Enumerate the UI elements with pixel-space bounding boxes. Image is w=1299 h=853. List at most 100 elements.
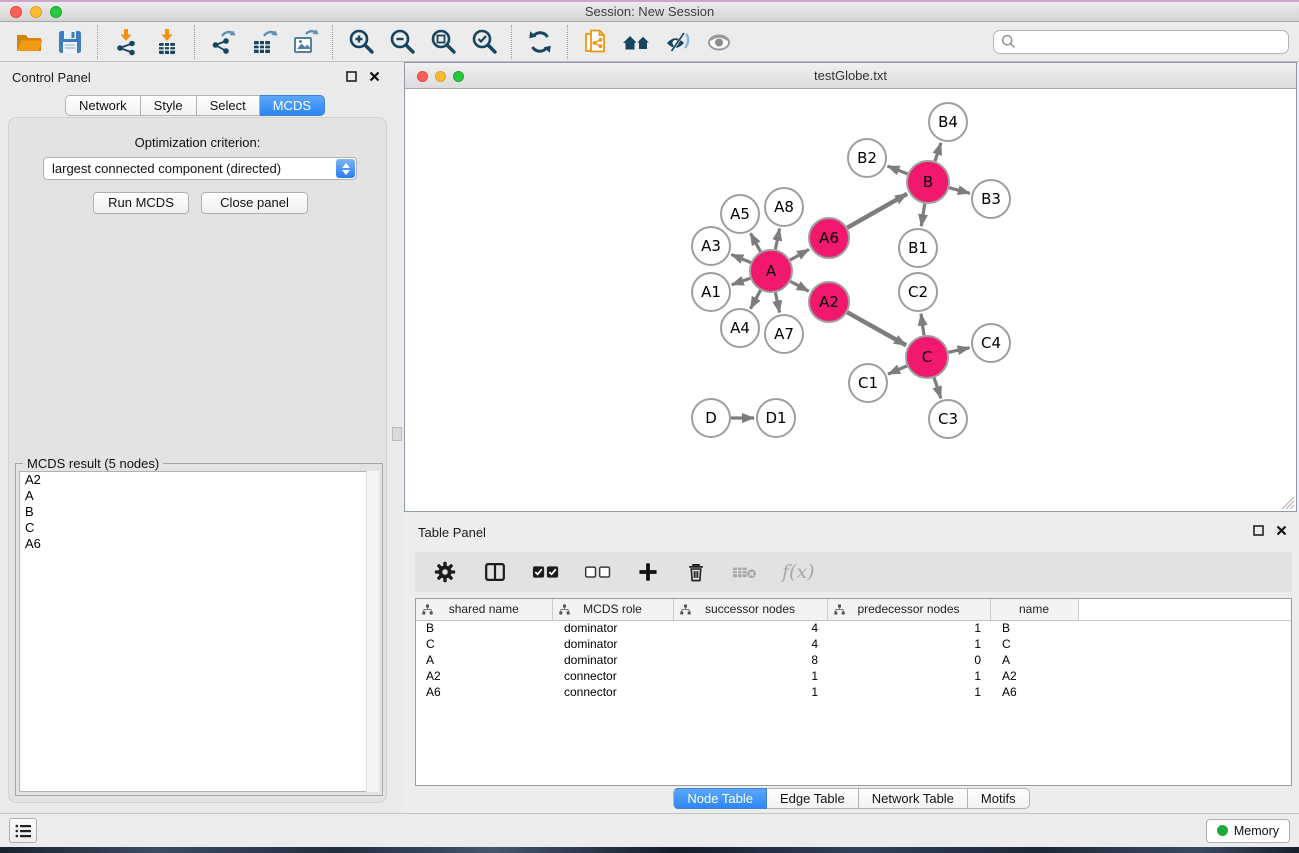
graph-node-C4[interactable]: C4 [972,324,1010,362]
delete-table-button[interactable] [732,563,758,581]
tab-style[interactable]: Style [141,95,197,116]
result-item-a6[interactable]: A6 [20,536,378,552]
tab-mcds[interactable]: MCDS [260,95,325,116]
column-header-name[interactable]: name [990,599,1078,620]
result-item-c[interactable]: C [20,520,378,536]
graph-edge-A2-C[interactable] [847,312,906,345]
table-row-a2[interactable]: A2connector11A2 [416,668,1291,684]
graph-edge-B-B3[interactable] [949,188,970,194]
refresh-view-button[interactable] [519,24,560,60]
zoom-in-button[interactable] [340,24,381,60]
result-item-a2[interactable]: A2 [20,472,378,488]
graph-edge-A-A7[interactable] [775,293,779,313]
tab-network[interactable]: Network [65,95,141,116]
graph-node-A6[interactable]: A6 [809,218,849,258]
graph-edge-C-C3[interactable] [934,378,941,398]
column-header-predecessor-nodes[interactable]: predecessor nodes [827,599,990,620]
column-header-shared-name[interactable]: shared name [416,599,552,620]
table-row-a[interactable]: Adominator80A [416,652,1291,668]
network-zoom-button[interactable] [453,71,464,82]
graph-node-A4[interactable]: A4 [721,309,759,347]
graph-node-B4[interactable]: B4 [929,103,967,141]
graph-node-A2[interactable]: A2 [809,282,849,322]
graph-edge-A6-B[interactable] [847,194,907,228]
tab-node-table[interactable]: Node Table [673,788,767,809]
open-session-button[interactable] [8,24,49,60]
close-panel-icon[interactable] [369,71,380,82]
graph-node-D[interactable]: D [692,399,730,437]
result-item-a[interactable]: A [20,488,378,504]
search-input[interactable] [1020,34,1270,49]
network-close-button[interactable] [417,71,428,82]
hide-annotations-button[interactable] [657,24,698,60]
save-session-button[interactable] [49,24,90,60]
run-mcds-button[interactable]: Run MCDS [93,192,189,214]
table-row-c[interactable]: Cdominator41C [416,636,1291,652]
close-table-panel-icon[interactable] [1276,525,1287,536]
table-settings-button[interactable] [432,559,458,585]
clone-network-button[interactable] [575,24,616,60]
float-table-panel-icon[interactable] [1253,525,1264,536]
column-header-mcds-role[interactable]: MCDS role [552,599,673,620]
graph-node-A3[interactable]: A3 [692,227,730,265]
panel-splitter-grip[interactable] [392,427,402,441]
tab-network-table[interactable]: Network Table [859,788,968,809]
graph-node-A5[interactable]: A5 [721,195,759,233]
network-canvas[interactable]: B4 B2 B B3 A5A8A6 A3 B1 A A1 C2 A2 A4A7 C4 C C1 C3 D D1 [405,89,1296,511]
table-row-a6[interactable]: A6connector11A6 [416,684,1291,700]
graph-edge-B-B2[interactable] [888,166,908,174]
network-minimize-button[interactable] [435,71,446,82]
graph-node-B2[interactable]: B2 [848,139,886,177]
search-field[interactable] [993,30,1289,54]
graph-edge-A-A2[interactable] [790,281,808,291]
zoom-fit-button[interactable] [422,24,463,60]
window-resize-grip[interactable] [1282,497,1295,510]
deselect-all-rows-button[interactable] [584,564,612,580]
graph-node-B1[interactable]: B1 [899,229,937,267]
graph-edge-C-C4[interactable] [949,348,970,353]
select-all-rows-button[interactable] [532,564,560,580]
graph-node-C2[interactable]: C2 [899,273,937,311]
table-row-b[interactable]: Bdominator41B [416,620,1291,636]
tab-edge-table[interactable]: Edge Table [767,788,859,809]
show-annotations-button[interactable] [698,24,739,60]
graph-node-B[interactable]: B [907,161,949,203]
close-panel-button[interactable]: Close panel [201,192,308,214]
graph-node-A8[interactable]: A8 [765,188,803,226]
tab-motifs[interactable]: Motifs [968,788,1030,809]
result-scrollbar[interactable] [366,471,379,792]
graph-node-A1[interactable]: A1 [692,273,730,311]
tab-select[interactable]: Select [197,95,260,116]
graph-edge-B-B1[interactable] [921,204,924,226]
graph-edge-C-C2[interactable] [921,314,924,335]
minimize-window-button[interactable] [30,6,42,18]
graph-node-C3[interactable]: C3 [929,400,967,438]
graph-node-D1[interactable]: D1 [757,399,795,437]
graph-node-C[interactable]: C [906,336,948,378]
graph-node-A[interactable]: A [750,250,792,292]
column-header-successor-nodes[interactable]: successor nodes [673,599,827,620]
memory-button[interactable]: Memory [1206,819,1290,843]
show-all-networks-button[interactable] [616,24,657,60]
network-window-titlebar[interactable]: testGlobe.txt [405,63,1296,89]
criterion-dropdown[interactable]: largest connected component (directed) [43,157,357,180]
zoom-selected-button[interactable] [463,24,504,60]
delete-column-button[interactable] [684,560,708,584]
export-network-button[interactable] [202,24,243,60]
zoom-out-button[interactable] [381,24,422,60]
graph-edge-C-C1[interactable] [888,366,907,374]
export-image-button[interactable] [284,24,325,60]
graph-edge-B-B4[interactable] [935,143,941,161]
task-history-button[interactable] [9,818,37,843]
graph-edge-A-A1[interactable] [732,278,750,284]
result-item-b[interactable]: B [20,504,378,520]
import-table-button[interactable] [146,24,187,60]
graph-edge-A-A8[interactable] [775,229,779,250]
add-column-button[interactable] [636,560,660,584]
graph-node-A7[interactable]: A7 [765,315,803,353]
graph-node-B3[interactable]: B3 [972,180,1010,218]
function-builder-button[interactable]: f(x) [782,561,815,583]
graph-node-C1[interactable]: C1 [849,364,887,402]
toggle-column-display-button[interactable] [482,559,508,585]
graph-edge-A-A4[interactable] [751,290,761,308]
